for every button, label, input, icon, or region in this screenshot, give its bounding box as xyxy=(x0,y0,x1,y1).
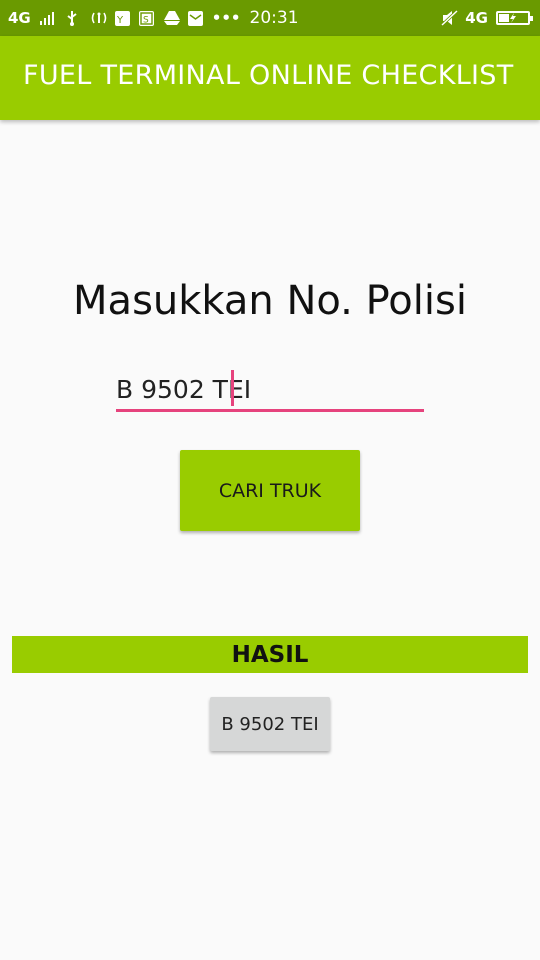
plate-number-input-container xyxy=(116,368,424,412)
plate-number-input[interactable] xyxy=(116,370,424,408)
app-icon-1: Y xyxy=(114,10,130,26)
svg-text:S: S xyxy=(143,15,149,25)
text-cursor xyxy=(231,370,234,406)
status-bar-right: 4G xyxy=(441,0,533,36)
usb-icon xyxy=(65,10,81,26)
app-title: FUEL TERMINAL ONLINE CHECKLIST xyxy=(23,60,514,91)
status-bar: 4G Y S ••• 20:31 4G xyxy=(0,0,540,36)
signal-icon xyxy=(39,10,56,26)
mute-icon xyxy=(441,9,459,27)
page-heading: Masukkan No. Polisi xyxy=(73,278,467,324)
app-icon-s: S xyxy=(138,10,154,26)
signal-4g-icon: 4G xyxy=(465,9,488,27)
result-item-button[interactable]: B 9502 TEI xyxy=(210,697,330,751)
clock: 20:31 xyxy=(249,8,299,28)
drive-icon xyxy=(163,10,180,26)
status-bar-left: 4G Y S ••• 20:31 xyxy=(8,0,299,36)
svg-text:Y: Y xyxy=(116,15,124,26)
more-notifications-icon: ••• xyxy=(211,9,241,27)
mail-icon xyxy=(187,10,203,26)
search-truck-button[interactable]: CARI TRUK xyxy=(180,450,360,531)
app-bar: FUEL TERMINAL ONLINE CHECKLIST xyxy=(0,36,540,120)
hotspot-icon xyxy=(90,10,107,26)
battery-charging-icon xyxy=(496,11,533,25)
app-screen: 4G Y S ••• 20:31 4G FUEL TERMINAL ONLINE… xyxy=(0,0,540,960)
network-type-label: 4G xyxy=(8,9,31,27)
result-header: HASIL xyxy=(12,636,528,673)
